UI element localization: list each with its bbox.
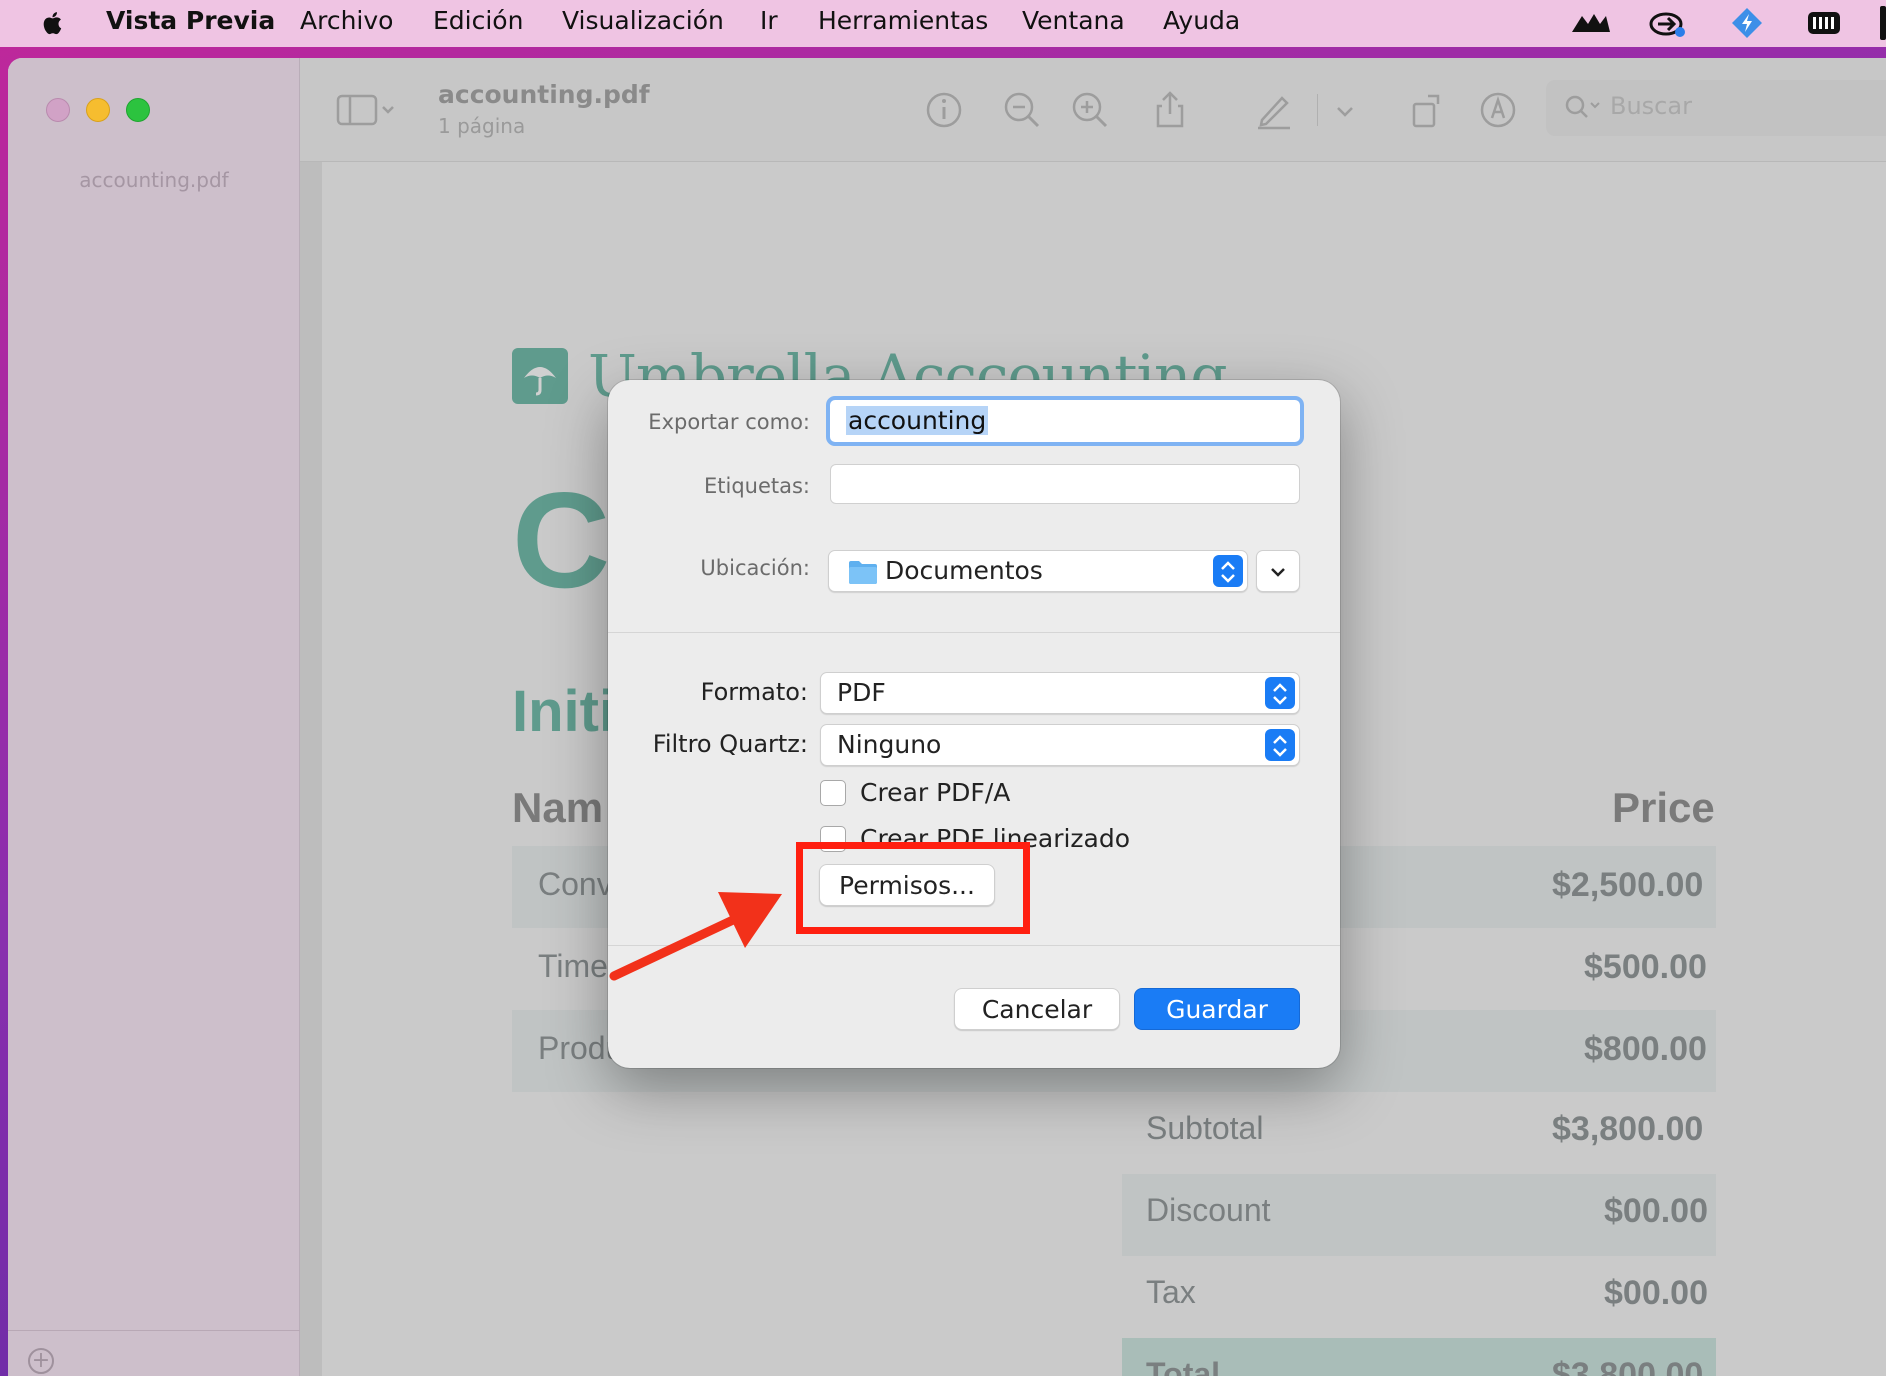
totals-label: Total	[1146, 1356, 1221, 1376]
search-field[interactable]: Buscar	[1546, 80, 1886, 136]
row-name: Time	[538, 948, 608, 984]
quartz-stepper-icon	[1265, 729, 1295, 761]
export-as-label: Exportar como:	[648, 410, 810, 434]
totals-value: $3,800.00	[1552, 1356, 1704, 1376]
totals-value: $00.00	[1604, 1274, 1708, 1312]
toolbar-divider	[1317, 94, 1318, 126]
menubar-edge-icon	[1880, 6, 1886, 40]
export-name-value: accounting	[846, 406, 989, 435]
document-page-count: 1 página	[438, 114, 526, 138]
totals-label: Subtotal	[1146, 1110, 1264, 1146]
export-name-input[interactable]: accounting	[826, 396, 1304, 446]
add-icon[interactable]: +	[28, 1348, 54, 1374]
menu-ayuda[interactable]: Ayuda	[1163, 6, 1240, 35]
document-title: accounting.pdf	[438, 80, 650, 109]
totals-label: Discount	[1146, 1192, 1271, 1228]
column-price-header: Price	[1612, 784, 1715, 831]
pdfa-checkbox-label: Crear PDF/A	[860, 778, 1011, 807]
umbrella-logo-icon	[512, 348, 568, 404]
format-select[interactable]: PDF	[820, 672, 1300, 714]
info-icon[interactable]	[924, 90, 964, 130]
format-stepper-icon	[1265, 677, 1295, 709]
totals-label: Tax	[1146, 1274, 1196, 1310]
close-button[interactable]	[46, 98, 70, 122]
toolbar: accounting.pdf 1 página Buscar	[300, 58, 1886, 162]
folder-icon	[849, 561, 877, 584]
menu-visualizacion[interactable]: Visualización	[562, 6, 724, 35]
chevron-down-icon	[1271, 568, 1285, 577]
section-heading: Initi	[512, 679, 616, 744]
mountain-app-icon[interactable]	[1570, 6, 1612, 40]
share-icon[interactable]	[1150, 90, 1190, 130]
search-icon	[1565, 95, 1600, 118]
format-label: Formato:	[700, 678, 808, 706]
zoom-button[interactable]	[126, 98, 150, 122]
row-price: $800.00	[1584, 1030, 1707, 1068]
tags-input[interactable]	[830, 464, 1300, 504]
menu-ventana[interactable]: Ventana	[1022, 6, 1125, 35]
annotate-icon[interactable]	[1478, 90, 1518, 130]
rotate-icon[interactable]	[1408, 90, 1448, 130]
expand-dialog-button[interactable]	[1256, 550, 1300, 592]
row-price: $500.00	[1584, 948, 1707, 986]
quartz-filter-label: Filtro Quartz:	[652, 730, 808, 758]
quartz-filter-select[interactable]: Ninguno	[820, 724, 1300, 766]
pdfa-checkbox[interactable]	[820, 780, 846, 806]
menu-bar: Vista Previa Archivo Edición Visualizaci…	[0, 0, 1886, 47]
apple-menu-icon[interactable]	[38, 8, 68, 38]
diamond-app-icon[interactable]	[1726, 6, 1768, 40]
zoom-in-icon[interactable]	[1070, 90, 1110, 130]
totals-value: $00.00	[1604, 1192, 1708, 1230]
dialog-separator	[608, 632, 1340, 633]
markup-pen-icon[interactable]	[1254, 90, 1294, 130]
save-button[interactable]: Guardar	[1134, 988, 1300, 1030]
search-placeholder: Buscar	[1610, 92, 1692, 120]
location-stepper-icon	[1213, 555, 1243, 587]
totals-value: $3,800.00	[1552, 1110, 1704, 1148]
menu-edicion[interactable]: Edición	[433, 6, 523, 35]
zoom-out-icon[interactable]	[1002, 90, 1042, 130]
format-value: PDF	[837, 678, 886, 707]
menu-archivo[interactable]: Archivo	[300, 6, 393, 35]
quartz-filter-value: Ninguno	[837, 730, 942, 759]
row-price: $2,500.00	[1552, 866, 1704, 904]
menu-ir[interactable]: Ir	[760, 6, 778, 35]
page-gutter	[300, 162, 322, 1376]
menu-app-name[interactable]: Vista Previa	[106, 6, 275, 35]
location-label: Ubicación:	[700, 556, 810, 580]
location-select[interactable]: Documentos	[828, 550, 1248, 592]
location-value: Documentos	[885, 556, 1043, 585]
sidebar-divider	[8, 1330, 300, 1331]
sync-cloud-icon[interactable]	[1646, 6, 1688, 40]
cancel-button[interactable]: Cancelar	[954, 988, 1120, 1030]
battery-app-icon[interactable]	[1804, 6, 1846, 40]
sidebar-toggle-icon[interactable]	[336, 90, 396, 130]
column-name-header: Nam	[512, 784, 604, 831]
minimize-button[interactable]	[86, 98, 110, 122]
markup-chevron-down-icon[interactable]	[1330, 90, 1360, 130]
sidebar-file-item[interactable]: accounting.pdf	[8, 168, 300, 192]
menu-herramientas[interactable]: Herramientas	[818, 6, 988, 35]
sidebar: accounting.pdf +	[8, 58, 300, 1376]
highlight-box	[796, 842, 1030, 934]
tags-label: Etiquetas:	[703, 474, 810, 498]
annotation-arrow-icon	[609, 892, 782, 981]
